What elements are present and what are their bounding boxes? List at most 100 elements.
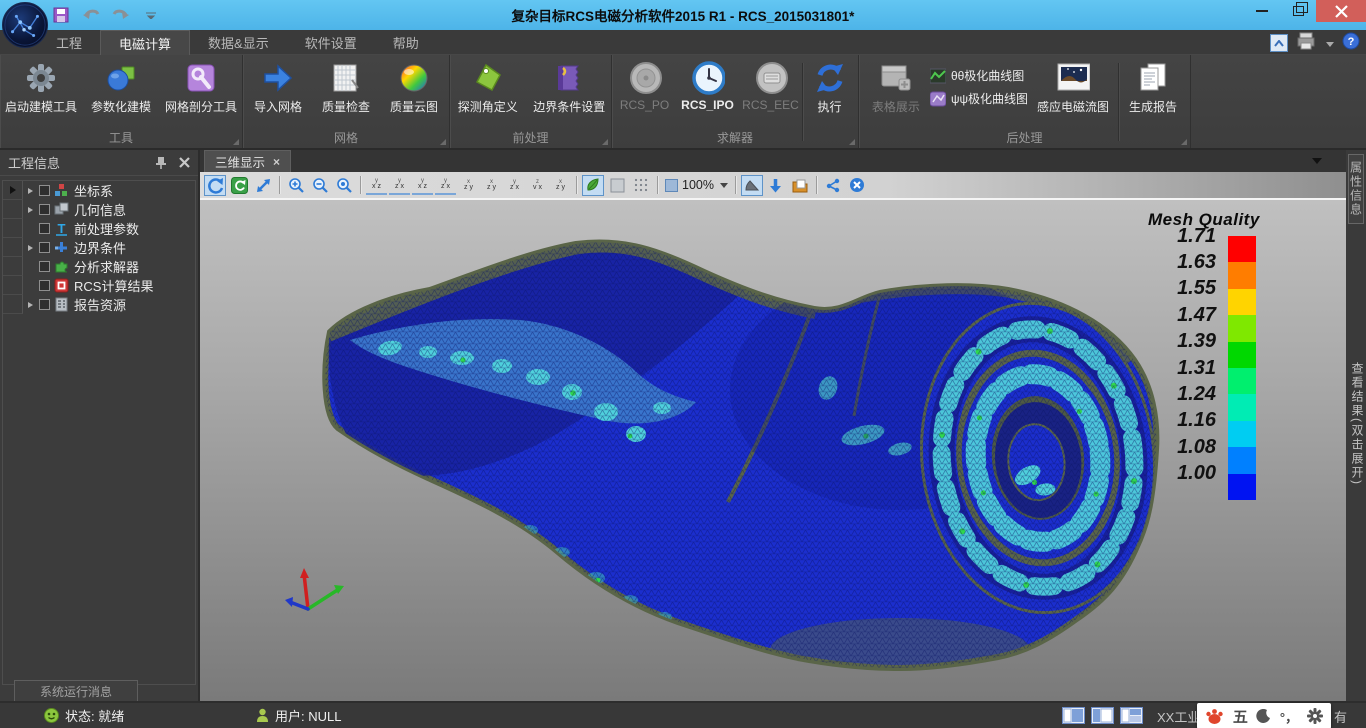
3d-canvas[interactable]: Mesh Quality 1.71 1.63 1.55 1.47 1.39 1.… <box>200 200 1346 701</box>
view-zx-button[interactable]: yz x <box>389 175 410 195</box>
app-logo[interactable] <box>2 2 48 48</box>
checkbox[interactable] <box>39 204 50 215</box>
wireframe-button[interactable] <box>630 175 652 196</box>
redo-button[interactable] <box>110 4 132 26</box>
checkbox[interactable] <box>39 299 50 310</box>
boundary-settings-button[interactable]: 边界条件设置 <box>528 59 611 115</box>
tree-item-rcs-results[interactable]: RCS计算结果 <box>3 276 195 295</box>
pin-icon[interactable] <box>155 156 167 169</box>
expand-icon[interactable] <box>23 302 37 308</box>
group-expand-icon[interactable] <box>849 139 855 145</box>
group-expand-icon[interactable] <box>1181 139 1187 145</box>
expand-icon[interactable] <box>23 188 37 194</box>
group-expand-icon[interactable] <box>440 139 446 145</box>
share-button[interactable] <box>822 175 844 196</box>
tab-settings[interactable]: 软件设置 <box>287 30 375 55</box>
layout-center-button[interactable] <box>1091 707 1114 724</box>
rcs-po-button[interactable]: RCS_PO <box>616 59 674 112</box>
checkbox[interactable] <box>39 261 50 272</box>
quality-cloud-button[interactable]: 质量云图 <box>381 59 447 115</box>
mesh-tool-button[interactable]: 网格剖分工具 <box>162 59 240 115</box>
execute-button[interactable]: 执行 <box>805 59 855 115</box>
theta-polar-plot-button[interactable]: θθ极化曲线图 <box>930 67 1028 84</box>
save-button[interactable] <box>50 4 72 26</box>
close-tab-icon[interactable]: × <box>273 155 280 169</box>
induced-current-map-button[interactable]: 感应电磁流图 <box>1030 59 1116 115</box>
zoom-out-button[interactable] <box>309 175 331 196</box>
orbit-button[interactable] <box>204 175 226 196</box>
close-panel-icon[interactable] <box>179 157 190 168</box>
table-display-button[interactable]: 表格展示 <box>864 59 928 115</box>
ime-gear-icon[interactable] <box>1307 708 1323 724</box>
copy-view-button[interactable] <box>789 175 811 196</box>
close-view-button[interactable] <box>846 175 868 196</box>
parametric-model-button[interactable]: 参数化建模 <box>82 59 160 115</box>
quality-check-button[interactable]: 质量检查 <box>313 59 379 115</box>
view-results-tab[interactable]: 查看结果(双击展开) <box>1349 362 1366 486</box>
sector-view-button[interactable] <box>741 175 763 196</box>
psi-polar-plot-button[interactable]: ψψ极化曲线图 <box>930 90 1028 107</box>
undo-button[interactable] <box>80 4 102 26</box>
tab-help[interactable]: 帮助 <box>375 30 437 55</box>
checkbox[interactable] <box>39 280 50 291</box>
print-dropdown-icon[interactable] <box>1326 34 1334 52</box>
ime-mode-label[interactable]: 五 <box>1233 706 1248 727</box>
tree-item-report-resources[interactable]: 报告资源 <box>3 295 195 314</box>
restore-button[interactable] <box>1280 0 1316 22</box>
view-iso2-button[interactable]: zv x <box>527 175 548 195</box>
pan-zoom-button[interactable] <box>252 175 274 196</box>
import-mesh-button[interactable]: 导入网格 <box>245 59 311 115</box>
expand-icon[interactable] <box>23 245 37 251</box>
tree-item-preprocess-params[interactable]: T 前处理参数 <box>3 219 195 238</box>
tab-data-display[interactable]: 数据&显示 <box>190 30 287 55</box>
layout-left-button[interactable] <box>1062 707 1085 724</box>
view-xz2-button[interactable]: yx z <box>412 175 433 195</box>
ime-toolbar[interactable]: 五 °， <box>1197 703 1331 728</box>
refresh-view-button[interactable] <box>228 175 250 196</box>
view-iso3-button[interactable]: xz y <box>550 175 571 195</box>
launch-modeler-button[interactable]: 启动建模工具 <box>2 59 80 115</box>
tree-item-coordinate-system[interactable]: 坐标系 <box>3 181 195 200</box>
close-button[interactable] <box>1316 0 1366 22</box>
ime-logo-icon[interactable] <box>1205 708 1224 725</box>
checkbox[interactable] <box>39 242 50 253</box>
rcs-eec-button[interactable]: RCS_EEC <box>742 59 800 112</box>
minimize-button[interactable] <box>1244 0 1280 22</box>
zoom-level-dropdown[interactable]: 100% <box>663 178 730 192</box>
ribbon-collapse-button[interactable] <box>1270 34 1288 52</box>
tree-item-analysis-solver[interactable]: 分析求解器 <box>3 257 195 276</box>
checkbox[interactable] <box>39 185 50 196</box>
export-down-button[interactable] <box>765 175 787 196</box>
view-zx2-button[interactable]: yz x <box>435 175 456 195</box>
zoom-fit-button[interactable] <box>333 175 355 196</box>
smooth-shade-button[interactable] <box>582 175 604 196</box>
view-iso1-button[interactable]: yz x <box>504 175 525 195</box>
expand-icon[interactable] <box>23 207 37 213</box>
probe-angle-button[interactable]: 探测角定义 <box>450 59 526 115</box>
group-expand-icon[interactable] <box>233 139 239 145</box>
zoom-in-button[interactable] <box>285 175 307 196</box>
checkbox[interactable] <box>39 223 50 234</box>
tab-em-compute[interactable]: 电磁计算 <box>100 30 190 55</box>
group-expand-icon[interactable] <box>602 139 608 145</box>
tab-3d-display[interactable]: 三维显示 × <box>204 150 291 172</box>
viewport-menu-dropdown-icon[interactable] <box>1312 158 1322 164</box>
layout-right-button[interactable] <box>1120 707 1143 724</box>
view-zy2-button[interactable]: xz y <box>481 175 502 195</box>
help-button[interactable]: ? <box>1342 32 1360 55</box>
qat-dropdown-icon[interactable] <box>140 4 162 26</box>
flat-shade-button[interactable] <box>606 175 628 196</box>
rcs-ipo-button[interactable]: RCS_IPO <box>676 59 740 112</box>
view-zy-button[interactable]: xz y <box>458 175 479 195</box>
generate-report-button[interactable]: 生成报告 <box>1121 59 1185 115</box>
moon-icon[interactable] <box>1256 709 1271 724</box>
refresh-green-icon <box>231 177 248 194</box>
ime-punct-label[interactable]: °， <box>1280 707 1298 726</box>
tab-project[interactable]: 工程 <box>38 30 100 55</box>
tree-item-geometry-info[interactable]: 几何信息 <box>3 200 195 219</box>
system-messages-tab[interactable]: 系统运行消息 <box>14 680 138 701</box>
tree-item-boundary-conditions[interactable]: 边界条件 <box>3 238 195 257</box>
print-button[interactable] <box>1296 32 1318 55</box>
view-xz-button[interactable]: yx z <box>366 175 387 195</box>
properties-tab[interactable]: 属性信息 <box>1348 154 1364 224</box>
